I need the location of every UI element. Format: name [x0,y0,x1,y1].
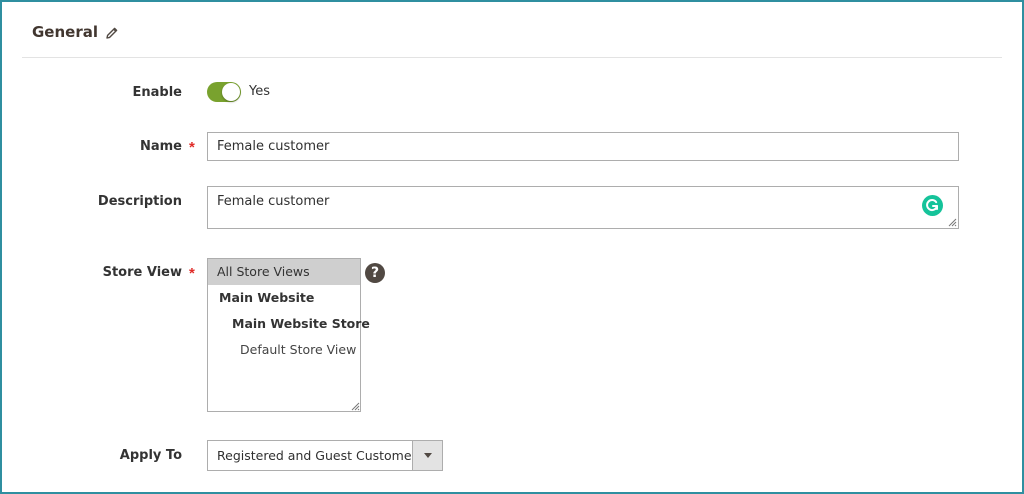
store-view-label: Store View [102,265,182,280]
pencil-icon[interactable] [104,25,120,41]
section-divider [22,57,1002,58]
resize-grip-icon[interactable] [948,218,957,227]
enable-label: Enable [132,85,183,100]
store-view-option[interactable]: Main Website [208,285,360,311]
name-input[interactable]: Female customer [207,132,959,161]
page-frame: General Enable Yes Name * Female custome… [0,0,1024,494]
resize-grip-icon[interactable] [351,402,360,411]
description-textarea[interactable]: Female customer [207,186,959,229]
store-view-option[interactable]: Main Website Store [208,311,370,337]
enable-toggle[interactable] [207,82,241,102]
help-icon[interactable]: ? [365,263,385,283]
store-view-option[interactable]: Default Store View [208,337,360,363]
apply-to-select[interactable]: Registered and Guest Customers [207,440,443,471]
section-title: General [32,23,98,41]
apply-to-label: Apply To [119,448,182,463]
dropdown-button[interactable] [412,441,442,470]
grammarly-icon[interactable] [922,195,943,216]
apply-to-value: Registered and Guest Customers [217,448,424,463]
store-view-multiselect[interactable]: All Store Views Main Website Main Websit… [207,258,370,412]
enable-value-text: Yes [249,84,270,99]
name-required-mark: * [189,139,195,156]
store-view-option[interactable]: All Store Views [208,259,360,285]
name-label: Name [139,139,182,154]
toggle-knob [222,83,240,101]
chevron-down-icon [424,453,432,458]
store-view-required-mark: * [189,265,195,282]
description-label: Description [97,194,182,209]
